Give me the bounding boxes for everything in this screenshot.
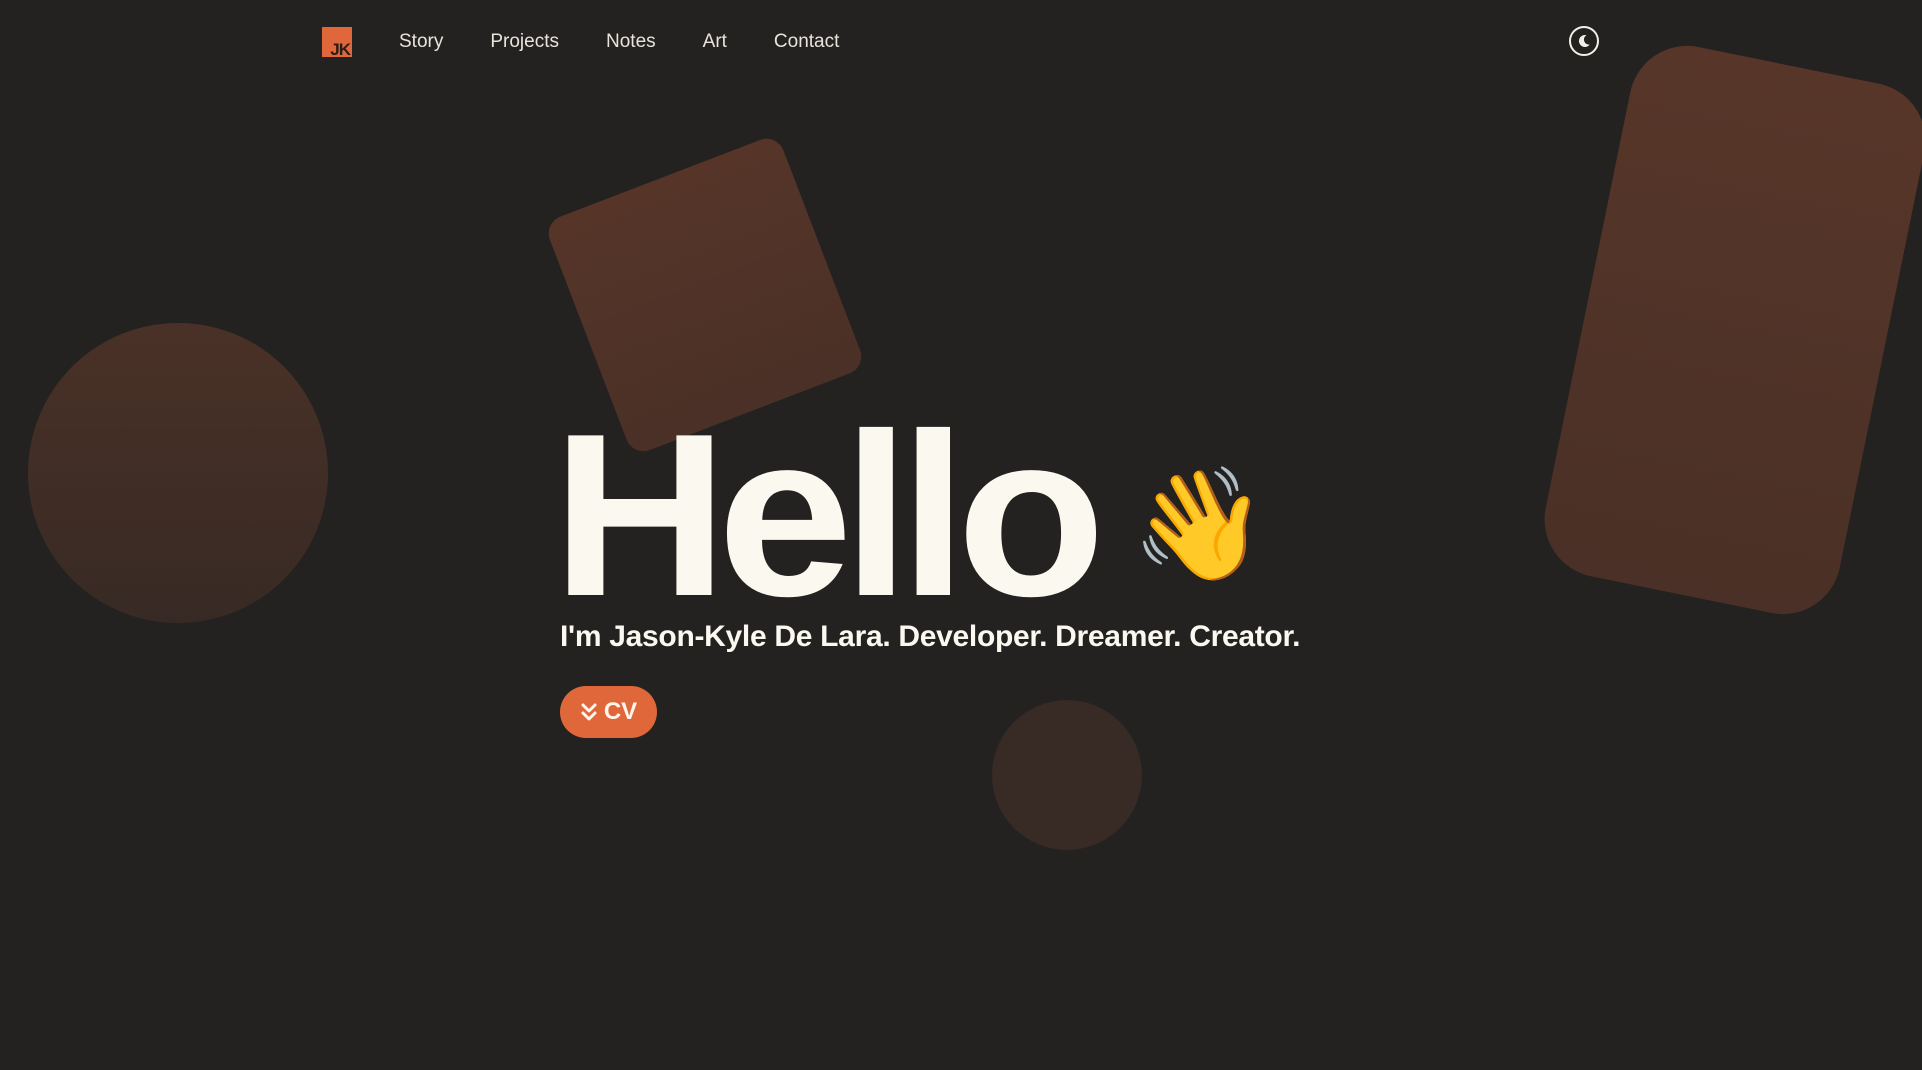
logo-link[interactable]: JK: [322, 27, 352, 59]
chevrons-down-icon: [581, 703, 597, 721]
nav-link-notes[interactable]: Notes: [606, 26, 656, 58]
nav-link-projects[interactable]: Projects: [490, 26, 559, 58]
nav-link-story[interactable]: Story: [399, 26, 443, 58]
waving-hand-icon: 👋: [1131, 463, 1269, 586]
nav-link-contact[interactable]: Contact: [774, 26, 839, 58]
page: JK Story Projects Notes Art Contact Hell…: [0, 0, 1922, 1070]
hero-heading: Hello 👋: [552, 400, 1268, 632]
main-nav: JK Story Projects Notes Art Contact: [322, 26, 839, 58]
decorative-circle-small: [992, 700, 1142, 850]
decorative-rounded-card-right: [1534, 35, 1922, 625]
cv-download-button[interactable]: CV: [560, 686, 657, 738]
theme-toggle-button[interactable]: [1569, 26, 1599, 56]
cv-button-label: CV: [603, 698, 638, 725]
moon-icon: [1578, 34, 1590, 47]
hero-title: Hello: [552, 386, 1106, 645]
hero-subtitle: I'm Jason-Kyle De Lara. Developer. Dream…: [560, 620, 1301, 653]
logo-text: JK: [330, 40, 351, 59]
decorative-circle-left: [28, 323, 328, 623]
nav-link-art[interactable]: Art: [703, 26, 727, 58]
